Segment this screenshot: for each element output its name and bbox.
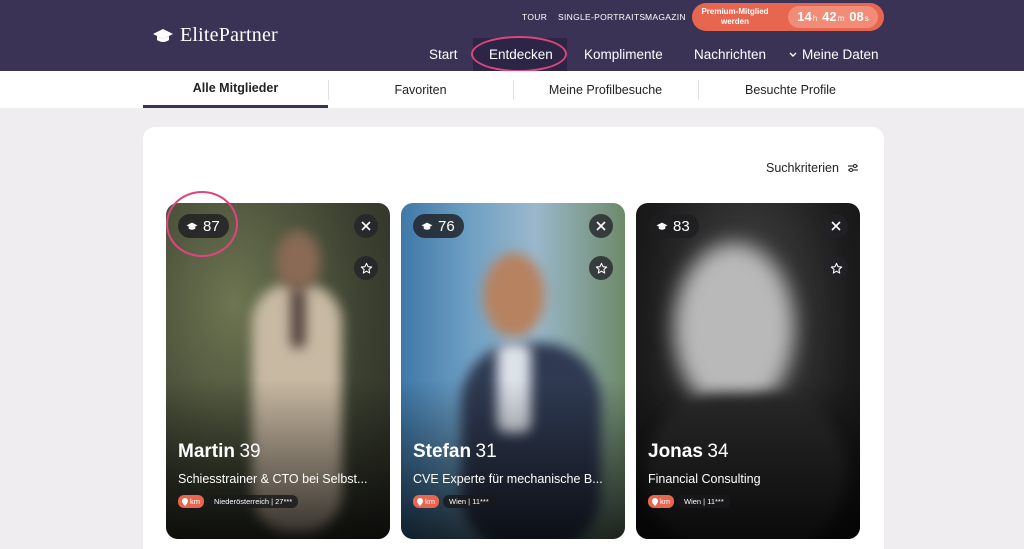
- profile-job: CVE Experte für mechanische B...: [413, 472, 603, 486]
- filter-sliders-icon: [847, 163, 858, 173]
- profile-name: Jonas: [648, 441, 703, 462]
- timer-hours: 14: [797, 9, 812, 24]
- tab-alle-mitglieder[interactable]: Alle Mitglieder: [143, 71, 328, 108]
- distance-label: km: [660, 497, 670, 506]
- timer-minutes: 42: [822, 9, 837, 24]
- distance-badge: km: [648, 495, 674, 508]
- profile-job: Schiesstrainer & CTO bei Selbst...: [178, 472, 368, 486]
- nav-komplimente[interactable]: Komplimente: [584, 47, 663, 62]
- location-pin-icon: [652, 497, 658, 506]
- tab-favoriten[interactable]: Favoriten: [328, 71, 513, 108]
- photo-head: [276, 231, 320, 291]
- nav-meine-daten-label: Meine Daten: [802, 47, 879, 62]
- profile-meta: km Wien | 11***: [413, 495, 495, 508]
- profile-name-age: Stefan 31: [413, 441, 497, 463]
- logo[interactable]: ElitePartner: [152, 24, 278, 47]
- distance-badge: km: [413, 495, 439, 508]
- star-icon: [830, 262, 842, 274]
- location-pin-icon: [417, 497, 423, 506]
- timer-minutes-unit: m: [837, 14, 845, 23]
- close-icon: [596, 221, 606, 231]
- highlight-ring-nav: [471, 36, 567, 72]
- dismiss-button[interactable]: [824, 214, 848, 238]
- distance-badge: km: [178, 495, 204, 508]
- search-criteria-button[interactable]: Suchkriterien: [766, 161, 859, 175]
- tour-link[interactable]: TOUR: [522, 12, 547, 22]
- profile-age: 34: [707, 441, 729, 462]
- profile-name-age: Jonas 34: [648, 441, 729, 463]
- nav-nachrichten[interactable]: Nachrichten: [694, 47, 766, 62]
- close-icon: [361, 221, 371, 231]
- profile-meta: km Niederösterreich | 27***: [178, 495, 299, 508]
- distance-label: km: [190, 497, 200, 506]
- top-bar: ElitePartner TOUR SINGLE-PORTRAITS MAGAZ…: [0, 0, 1024, 72]
- nav-meine-daten[interactable]: Meine Daten: [789, 47, 879, 62]
- favorite-button[interactable]: [354, 256, 378, 280]
- location-pin-icon: [182, 497, 188, 506]
- location-badge: Wien | 11***: [678, 495, 730, 508]
- nav-start[interactable]: Start: [429, 47, 458, 62]
- star-icon: [360, 262, 372, 274]
- profile-age: 31: [475, 441, 497, 462]
- search-criteria-label: Suchkriterien: [766, 161, 839, 175]
- logo-text: ElitePartner: [180, 24, 278, 46]
- favorite-button[interactable]: [589, 256, 613, 280]
- profile-name: Stefan: [413, 441, 472, 462]
- timer-hours-unit: h: [812, 14, 818, 23]
- graduation-cap-icon: [153, 28, 173, 42]
- profile-name: Martin: [178, 441, 235, 462]
- tab-meine-profilbesuche[interactable]: Meine Profilbesuche: [513, 71, 698, 108]
- premium-button[interactable]: Premium-Mitglied werden 14 h 42 m 08 s: [692, 3, 884, 31]
- countdown-timer: 14 h 42 m 08 s: [788, 6, 878, 28]
- subtabs-bar: Alle Mitglieder Favoriten Meine Profilbe…: [0, 71, 1024, 108]
- magazin-link[interactable]: MAGAZIN: [645, 12, 686, 22]
- distance-label: km: [425, 497, 435, 506]
- photo-tie: [291, 288, 305, 348]
- location-badge: Wien | 11***: [443, 495, 495, 508]
- dismiss-button[interactable]: [589, 214, 613, 238]
- match-score-badge: 76: [413, 214, 464, 238]
- match-score: 76: [438, 217, 455, 235]
- profile-meta: km Wien | 11***: [648, 495, 730, 508]
- star-icon: [595, 262, 607, 274]
- profile-job: Financial Consulting: [648, 472, 761, 486]
- timer-seconds: 08: [849, 9, 864, 24]
- graduation-cap-icon: [656, 222, 668, 230]
- close-icon: [831, 221, 841, 231]
- favorite-button[interactable]: [824, 256, 848, 280]
- graduation-cap-icon: [421, 222, 433, 230]
- tab-besuchte-profile[interactable]: Besuchte Profile: [698, 71, 883, 108]
- highlight-ring-score: [166, 191, 238, 257]
- dismiss-button[interactable]: [354, 214, 378, 238]
- photo-head: [483, 253, 545, 337]
- profile-age: 39: [239, 441, 261, 462]
- profile-card-jonas[interactable]: 83 Jonas 34 Financial Consulting km Wien…: [636, 203, 860, 539]
- timer-seconds-unit: s: [864, 14, 869, 23]
- match-score-badge: 83: [648, 214, 699, 238]
- profile-name-age: Martin 39: [178, 441, 261, 463]
- chevron-down-icon: [789, 52, 797, 57]
- premium-label: Premium-Mitglied werden: [701, 7, 769, 26]
- location-badge: Niederösterreich | 27***: [208, 495, 299, 508]
- profile-card-stefan[interactable]: 76 Stefan 31 CVE Experte für mechanische…: [401, 203, 625, 539]
- single-portraits-link[interactable]: SINGLE-PORTRAITS: [558, 12, 645, 22]
- match-score: 83: [673, 217, 690, 235]
